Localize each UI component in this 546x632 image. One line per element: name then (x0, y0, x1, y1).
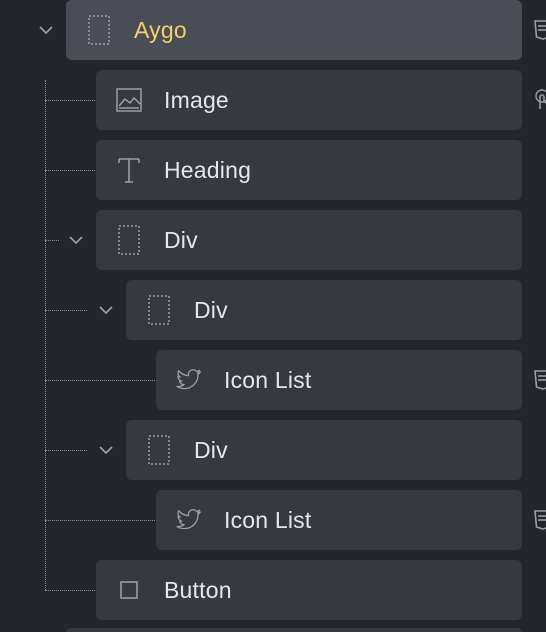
tree-connector-line (45, 100, 95, 101)
css-icon[interactable] (532, 369, 546, 391)
navigator-item-button[interactable]: Button (96, 560, 522, 620)
chevron-down-icon[interactable] (96, 300, 116, 320)
chevron-down-icon[interactable] (96, 440, 116, 460)
navigator-item-label: Div (194, 297, 228, 323)
div-icon (146, 435, 172, 465)
navigator-item-div[interactable]: Div (126, 280, 522, 340)
button-icon (116, 577, 142, 603)
navigator-item-div[interactable]: Div (126, 420, 522, 480)
chevron-down-icon[interactable] (66, 230, 86, 250)
twitter-icon (176, 367, 202, 393)
navigator-item-div[interactable]: Div (96, 210, 522, 270)
navigator-item-label: Icon List (224, 507, 312, 533)
tree-connector-line (45, 450, 87, 451)
div-icon (146, 295, 172, 325)
navigator-item-label: Div (194, 437, 228, 463)
navigator-item-partial (66, 628, 522, 632)
navigator-item-icon-list[interactable]: Icon List (156, 490, 522, 550)
div-icon (116, 225, 142, 255)
navigator-item-label: Image (164, 87, 229, 113)
interaction-icon[interactable] (532, 89, 546, 111)
twitter-icon (176, 507, 202, 533)
navigator-item-aygo[interactable]: Aygo (66, 0, 522, 60)
navigator-item-label: Heading (164, 157, 252, 183)
tree-connector-line (45, 380, 155, 381)
tree-connector-line (45, 80, 46, 590)
tree-connector-line (45, 240, 59, 241)
tree-connector-line (45, 590, 95, 591)
tree-connector-line (45, 520, 155, 521)
structure-navigator: Aygo Image Heading Div Div Icon List Div… (0, 0, 546, 632)
navigator-item-label: Aygo (134, 17, 187, 43)
css-icon[interactable] (532, 19, 546, 41)
image-icon (116, 87, 142, 113)
navigator-item-label: Icon List (224, 367, 312, 393)
navigator-item-icon-list[interactable]: Icon List (156, 350, 522, 410)
navigator-item-heading[interactable]: Heading (96, 140, 522, 200)
tree-connector-line (45, 170, 95, 171)
css-icon[interactable] (532, 509, 546, 531)
navigator-item-label: Div (164, 227, 198, 253)
heading-icon (116, 157, 142, 183)
navigator-item-label: Button (164, 577, 232, 603)
chevron-down-icon[interactable] (36, 20, 56, 40)
div-icon (86, 15, 112, 45)
navigator-item-image[interactable]: Image (96, 70, 522, 130)
tree-connector-line (45, 310, 87, 311)
